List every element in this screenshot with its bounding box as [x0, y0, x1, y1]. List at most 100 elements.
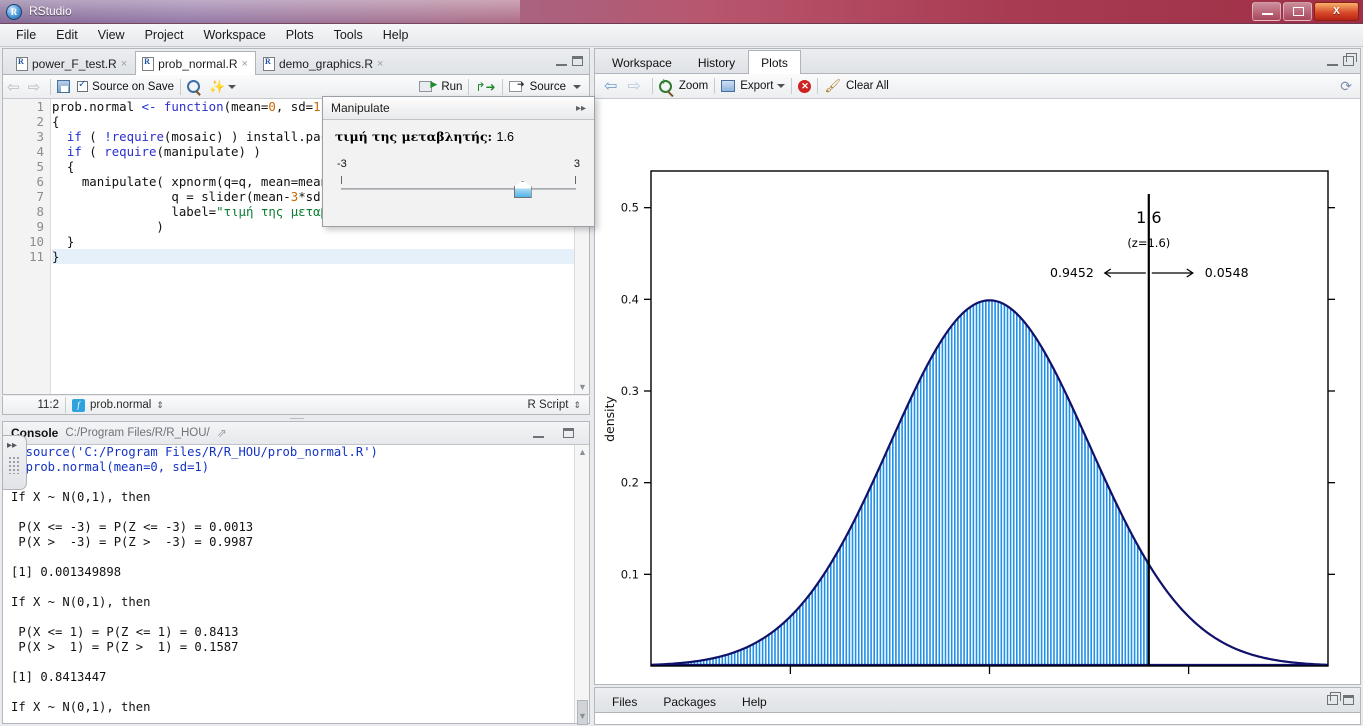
- line-number: 1: [36, 99, 44, 114]
- bottom-pane-buttons: [1327, 692, 1354, 705]
- next-plot-button[interactable]: ⇨: [622, 76, 645, 96]
- menu-help[interactable]: Help: [373, 26, 419, 44]
- manipulate-panel: Manipulate ▸▸ τιμή της μεταβλητής: 1.6 -…: [322, 96, 595, 227]
- menu-plots[interactable]: Plots: [276, 26, 324, 44]
- menu-file[interactable]: File: [6, 26, 46, 44]
- close-tab-icon[interactable]: ×: [242, 58, 248, 70]
- close-button[interactable]: X: [1314, 2, 1359, 21]
- right-probability-label: 0.0548: [1205, 265, 1249, 280]
- nav-back-button[interactable]: ⇦: [3, 78, 24, 96]
- run-button[interactable]: Run: [441, 81, 462, 93]
- restore-plots-icon[interactable]: [1343, 53, 1357, 66]
- x-axis-ticks: [789, 666, 1190, 674]
- zoom-icon[interactable]: [658, 77, 672, 93]
- maximize-pane-icon[interactable]: [572, 56, 583, 66]
- minimize-button[interactable]: [1252, 2, 1281, 21]
- menu-edit[interactable]: Edit: [46, 26, 88, 44]
- zoom-button[interactable]: Zoom: [679, 80, 708, 92]
- code-line-current: }: [52, 249, 574, 264]
- file-type-label[interactable]: R Script: [528, 399, 569, 411]
- drag-handle-icon[interactable]: [8, 456, 21, 474]
- clear-all-button[interactable]: Clear All: [846, 80, 889, 92]
- r-file-icon: [262, 56, 275, 71]
- y-tick-label: 0.1: [621, 567, 639, 581]
- previous-plot-button[interactable]: ⇦: [599, 76, 622, 96]
- export-chevron-down-icon[interactable]: [777, 84, 786, 88]
- line-number: 4: [36, 144, 44, 159]
- source-chevron-down-icon[interactable]: [573, 84, 581, 89]
- tab-history[interactable]: History: [685, 50, 748, 74]
- tab-workspace[interactable]: Workspace: [599, 50, 685, 74]
- scope-chevron-icon[interactable]: ⇕: [156, 400, 164, 411]
- magic-wand-icon[interactable]: ✨: [209, 79, 225, 95]
- slider-track[interactable]: [341, 188, 576, 190]
- toolbar-separator: [501, 78, 503, 95]
- file-type-chevron-icon[interactable]: ⇕: [573, 400, 581, 411]
- y-tick-label: 0.3: [621, 384, 639, 398]
- plot-canvas: 0.1 0.2 0.3 0.4 0.5 -2 0 2 density 1.6 (z=1.6)…: [595, 99, 1360, 684]
- open-directory-icon[interactable]: ⇗: [217, 426, 227, 440]
- save-icon[interactable]: [57, 80, 71, 93]
- source-icon[interactable]: [508, 79, 525, 92]
- cutoff-value-label: 1.6: [1136, 208, 1161, 227]
- remove-plot-icon[interactable]: ✕: [798, 79, 812, 93]
- minimize-pane-icon[interactable]: [556, 57, 567, 66]
- run-icon[interactable]: [419, 79, 437, 92]
- source-tab-prob-normal[interactable]: prob_normal.R ×: [135, 51, 256, 75]
- nav-forward-button[interactable]: ⇨: [24, 78, 45, 96]
- status-separator: [65, 397, 66, 413]
- broom-icon[interactable]: 🖌: [824, 78, 841, 94]
- bottom-tab-strip: Files Packages Help: [595, 688, 1360, 713]
- slider-thumb[interactable]: [513, 181, 532, 198]
- manipulate-expand-icon[interactable]: ▸▸: [576, 103, 586, 114]
- menu-view[interactable]: View: [88, 26, 135, 44]
- chevron-down-icon[interactable]: [228, 84, 237, 89]
- tab-files[interactable]: Files: [599, 689, 650, 713]
- rstudio-icon: R: [6, 4, 22, 20]
- toolbar-separator: [791, 78, 793, 94]
- expand-pane-rail[interactable]: ▸▸: [2, 435, 27, 490]
- toolbar-separator: [651, 78, 653, 94]
- close-tab-icon[interactable]: ×: [121, 58, 127, 70]
- maximize-button[interactable]: [1283, 2, 1312, 21]
- export-icon[interactable]: [721, 80, 736, 92]
- minimize-plots-icon[interactable]: [1327, 57, 1338, 66]
- expand-rail-icon[interactable]: ▸▸: [7, 440, 17, 451]
- maximize-console-icon[interactable]: [563, 428, 574, 438]
- rerun-icon[interactable]: ↱➜: [475, 80, 495, 94]
- console-scroll-up-icon[interactable]: ▲: [578, 447, 587, 457]
- x-tick-label: 0: [986, 682, 993, 684]
- close-tab-icon[interactable]: ×: [377, 58, 383, 70]
- source-on-save-label[interactable]: Source on Save: [92, 81, 174, 93]
- tab-help[interactable]: Help: [729, 689, 780, 713]
- maximize-bottom-icon[interactable]: [1343, 695, 1354, 705]
- menu-tools[interactable]: Tools: [324, 26, 373, 44]
- scope-selector-label[interactable]: prob.normal: [90, 399, 151, 411]
- refresh-icon[interactable]: ⟳: [1340, 78, 1352, 95]
- scroll-down-icon[interactable]: ▼: [578, 382, 587, 392]
- console-scrollbar[interactable]: ▲ ▼: [574, 445, 589, 725]
- minimize-console-icon[interactable]: [533, 429, 544, 438]
- console-scroll-down-icon[interactable]: ▼: [578, 711, 587, 721]
- menu-workspace[interactable]: Workspace: [193, 26, 275, 44]
- search-icon[interactable]: [187, 80, 200, 93]
- menu-bar: File Edit View Project Workspace Plots T…: [0, 24, 1363, 47]
- source-on-save-checkbox[interactable]: [77, 79, 89, 92]
- console-header: Console C:/Program Files/R/R_HOU/ ⇗: [3, 422, 589, 445]
- source-tab-demo-graphics[interactable]: demo_graphics.R ×: [256, 51, 392, 75]
- source-tab-strip: power_F_test.R × prob_normal.R × demo_gr…: [3, 49, 589, 75]
- tab-packages[interactable]: Packages: [650, 689, 729, 713]
- source-button[interactable]: Source: [530, 81, 566, 93]
- r-file-icon: [142, 56, 155, 71]
- tab-plots[interactable]: Plots: [748, 50, 801, 74]
- menu-project[interactable]: Project: [135, 26, 194, 44]
- console-output[interactable]: > source('C:/Program Files/R/R_HOU/prob_…: [3, 445, 589, 723]
- editor-status-bar: 11:2 f prob.normal ⇕ R Script ⇕: [2, 396, 590, 415]
- left-probability-label: 0.9452: [1050, 265, 1094, 280]
- slider-control[interactable]: -3 3: [335, 158, 582, 204]
- source-tab-power-f-test[interactable]: power_F_test.R ×: [9, 51, 135, 75]
- restore-bottom-icon[interactable]: [1327, 692, 1341, 705]
- export-button[interactable]: Export: [740, 80, 773, 92]
- console-line: P(X > 1) = P(Z > 1) = 0.1587: [11, 640, 239, 654]
- line-number: 8: [36, 204, 44, 219]
